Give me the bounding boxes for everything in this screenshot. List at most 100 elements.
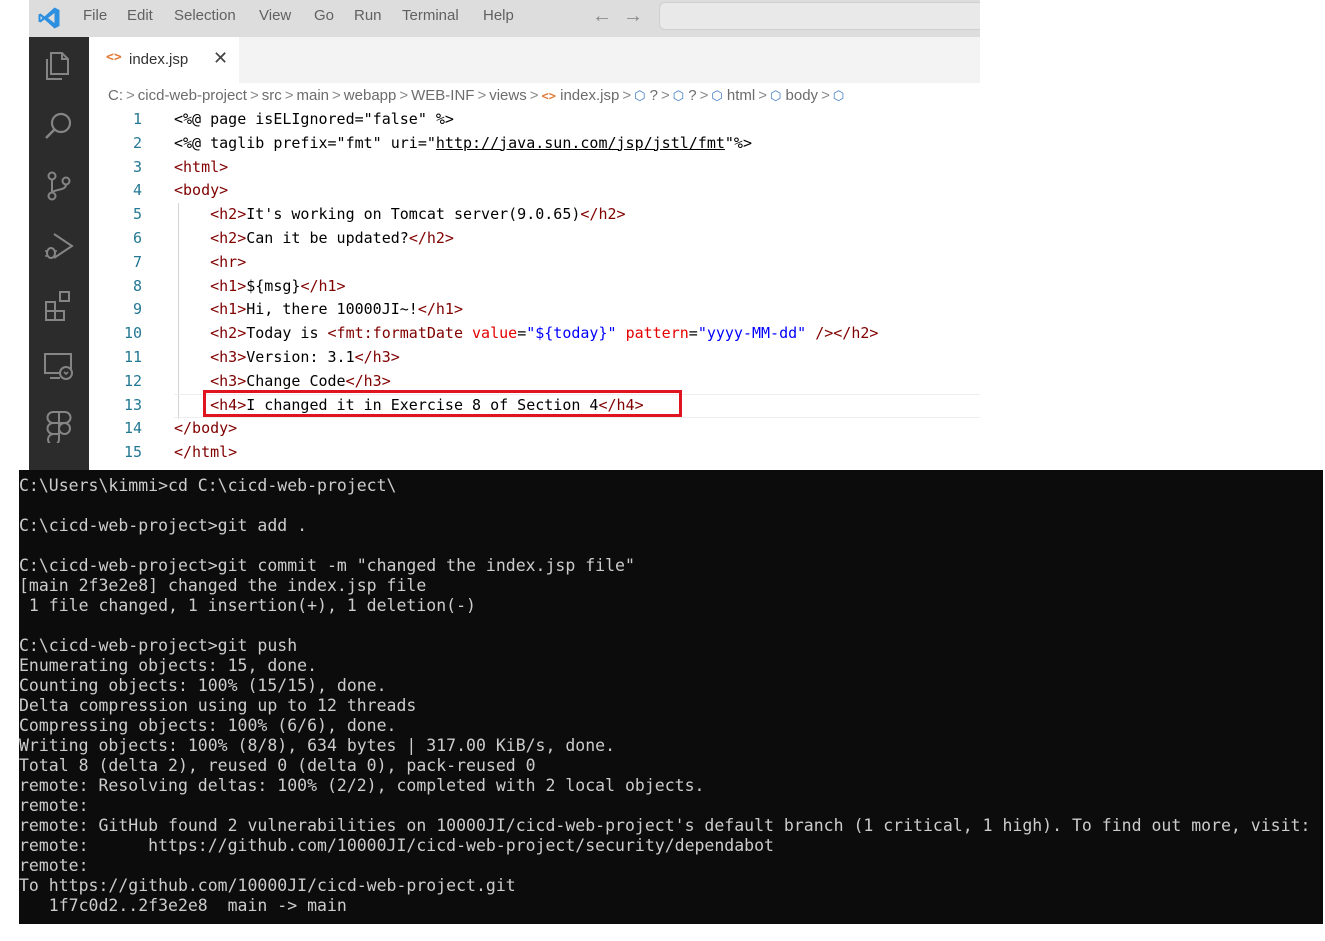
command-center-search[interactable]: [659, 2, 980, 30]
terminal-line: Compressing objects: 100% (6/6), done.: [19, 716, 397, 735]
menu-run[interactable]: Run: [354, 0, 382, 32]
terminal-line: Counting objects: 100% (15/15), done.: [19, 676, 387, 695]
tab-label: index.jsp: [129, 51, 189, 68]
line-number: 7: [132, 252, 142, 271]
chevron-right-icon: >: [477, 87, 487, 104]
title-bar: File Edit Selection View Go Run Terminal…: [29, 0, 980, 37]
breadcrumb-item[interactable]: WEB-INF: [411, 87, 474, 104]
remote-explorer-icon[interactable]: [42, 349, 76, 383]
code-line[interactable]: 5 <h2>It's working on Tomcat server(9.0.…: [89, 203, 980, 227]
jsp-file-icon: <>: [106, 50, 122, 65]
chevron-right-icon: >: [699, 87, 709, 104]
chevron-right-icon: >: [622, 87, 632, 104]
terminal-line: C:\cicd-web-project>git commit -m "chang…: [19, 556, 635, 575]
symbol-cube-icon: ⬡: [634, 88, 646, 103]
tab-bar: <> index.jsp ✕: [89, 37, 980, 83]
breadcrumb-item[interactable]: C:: [108, 87, 123, 104]
code-line[interactable]: 14 </body>: [89, 417, 980, 441]
breadcrumb-item[interactable]: src: [262, 87, 282, 104]
code-line[interactable]: 3 <html>: [89, 156, 980, 180]
code-line[interactable]: 8 <h1>${msg}</h1>: [89, 275, 980, 299]
code-line[interactable]: 11 <h3>Version: 3.1</h3>: [89, 346, 980, 370]
tab-index-jsp[interactable]: <> index.jsp ✕: [89, 37, 239, 83]
terminal-line: Delta compression using up to 12 threads: [19, 696, 417, 715]
code-text: <h2>It's working on Tomcat server(9.0.65…: [210, 205, 626, 224]
chevron-right-icon: >: [529, 87, 539, 104]
code-text: <h2>Can it be updated?</h2>: [210, 229, 454, 247]
terminal-line: remote:: [19, 856, 89, 875]
back-arrow-icon[interactable]: ←: [592, 0, 612, 32]
line-number: 8: [132, 276, 142, 295]
chevron-right-icon: >: [126, 87, 135, 104]
code-text: <%@ page isELIgnored="false" %>: [174, 110, 454, 128]
terminal-line: remote: https://github.com/10000JI/cicd-…: [19, 836, 774, 855]
menu-edit[interactable]: Edit: [127, 0, 153, 32]
chevron-right-icon: >: [399, 87, 409, 104]
breadcrumb-symbol[interactable]: html: [727, 87, 755, 104]
code-line[interactable]: 10 <h2>Today is <fmt:formatDate value="$…: [89, 322, 980, 346]
menu-selection[interactable]: Selection: [174, 0, 236, 32]
breadcrumb-item[interactable]: main: [297, 87, 330, 104]
code-text: <hr>: [210, 252, 247, 271]
line-number: 11: [123, 348, 142, 366]
breadcrumb-item[interactable]: webapp: [344, 87, 397, 104]
terminal-line: To https://github.com/10000JI/cicd-web-p…: [19, 876, 516, 895]
terminal-line: remote:: [19, 796, 89, 815]
breadcrumb: C: > cicd-web-project > src > main > webapp > WEB-…: [108, 83, 844, 108]
chevron-right-icon: >: [660, 87, 670, 104]
terminal-line: C:\cicd-web-project>git push: [19, 636, 298, 655]
explorer-icon[interactable]: [42, 49, 76, 83]
menu-file[interactable]: File: [83, 0, 107, 32]
line-number: 6: [132, 229, 142, 247]
symbol-cube-icon: ⬡: [672, 88, 685, 103]
breadcrumb-file[interactable]: index.jsp: [560, 87, 619, 104]
terminal-line: 1 file changed, 1 insertion(+), 1 deleti…: [19, 596, 476, 615]
activity-bar: [29, 37, 89, 470]
menu-help[interactable]: Help: [483, 0, 514, 32]
code-line[interactable]: 4 <body>: [89, 179, 980, 203]
extensions-icon[interactable]: [42, 289, 76, 323]
code-line[interactable]: 1 <%@ page isELIgnored="false" %>: [89, 108, 980, 132]
breadcrumb-symbol[interactable]: ?: [688, 87, 696, 104]
breadcrumb-item[interactable]: cicd-web-project: [138, 87, 247, 104]
terminal-line: [main 2f3e2e8] changed the index.jsp fil…: [19, 576, 427, 595]
breadcrumb-symbol[interactable]: ?: [650, 87, 658, 104]
search-icon[interactable]: [42, 109, 76, 143]
code-text: <h3>Version: 3.1</h3>: [210, 348, 400, 366]
close-icon[interactable]: ✕: [213, 48, 228, 69]
breadcrumb-symbol[interactable]: body: [786, 87, 819, 104]
code-line[interactable]: 6 <h2>Can it be updated?</h2>: [89, 227, 980, 251]
vscode-logo-icon: [38, 7, 60, 29]
menu-terminal[interactable]: Terminal: [402, 0, 459, 32]
figma-icon[interactable]: [42, 409, 76, 443]
code-line[interactable]: 15 </html>: [89, 441, 980, 465]
code-line[interactable]: 7 <hr>: [89, 251, 980, 275]
line-number: 10: [123, 324, 142, 343]
menu-view[interactable]: View: [259, 0, 291, 32]
terminal-window[interactable]: C:\Users\kimmi>cd C:\cicd-web-project\ C:…: [19, 470, 1323, 924]
line-number: 2: [132, 133, 142, 152]
source-control-icon[interactable]: [42, 169, 76, 203]
code-line[interactable]: 2 <%@ taglib prefix="fmt" uri="http://jav…: [89, 132, 980, 156]
chevron-right-icon: >: [284, 87, 294, 104]
menu-go[interactable]: Go: [314, 0, 334, 32]
terminal-line: Writing objects: 100% (8/8), 634 bytes |…: [19, 736, 616, 755]
code-line[interactable]: 9 <h1>Hi, there 10000JI~!</h1>: [89, 298, 980, 322]
terminal-line: Total 8 (delta 2), reused 0 (delta 0), p…: [19, 756, 536, 775]
code-text: <html>: [174, 157, 229, 176]
chevron-right-icon: >: [249, 87, 259, 104]
line-number: 15: [123, 443, 142, 462]
breadcrumb-item[interactable]: views: [489, 87, 527, 104]
terminal-line: remote: GitHub found 2 vulnerabilities o…: [19, 816, 1311, 835]
terminal-line: remote: Resolving deltas: 100% (2/2), co…: [19, 776, 705, 795]
line-number: 1: [132, 110, 142, 128]
forward-arrow-icon[interactable]: →: [623, 0, 643, 32]
line-number: 4: [132, 181, 142, 200]
line-number: 13: [123, 395, 142, 414]
symbol-cube-icon: ⬡: [770, 88, 782, 103]
symbol-cube-icon: ⬡: [711, 88, 723, 103]
terminal-line: C:\Users\kimmi>cd C:\cicd-web-project\: [19, 476, 397, 495]
run-debug-icon[interactable]: [42, 229, 76, 263]
chevron-right-icon: >: [758, 87, 767, 104]
line-number: 3: [132, 157, 142, 176]
